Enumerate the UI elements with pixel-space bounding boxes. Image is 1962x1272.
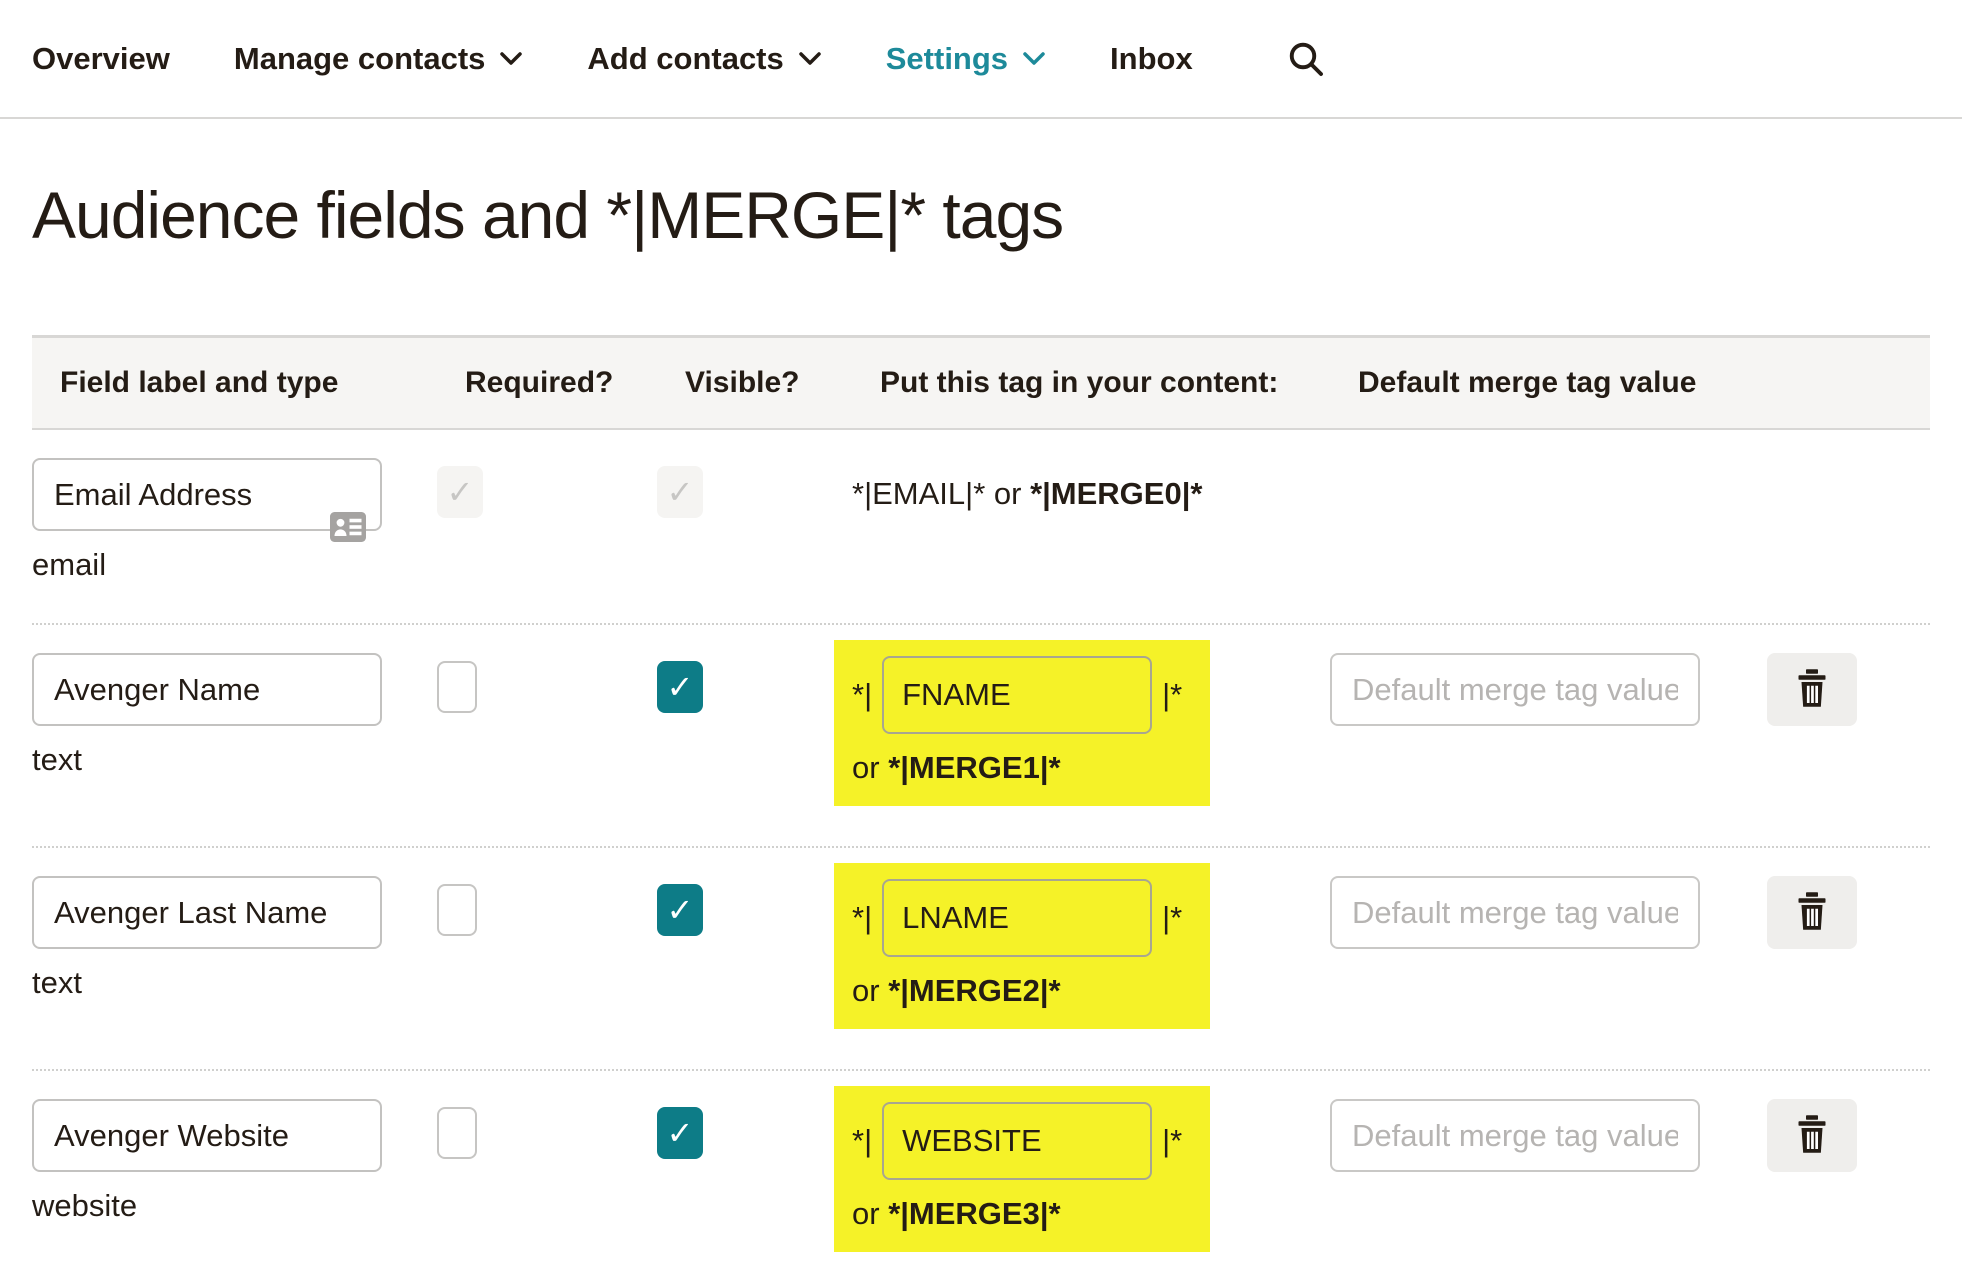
visible-checkbox[interactable]: ✓	[657, 884, 703, 936]
table-row: text ✓ *| |* or *|MERGE1|*	[32, 625, 1930, 848]
tag-open-symbol: *|	[852, 1123, 872, 1159]
required-checkbox[interactable]	[437, 1107, 477, 1159]
search-icon[interactable]	[1285, 38, 1327, 80]
trash-icon	[1794, 890, 1830, 935]
table-row: email ✓ ✓ *|EMAIL|* or *|MERGE0|*	[32, 430, 1930, 625]
visible-checkbox[interactable]: ✓	[657, 1107, 703, 1159]
nav-item-settings[interactable]: Settings	[886, 41, 1046, 77]
table-header-row: Field label and type Required? Visible? …	[32, 335, 1930, 430]
contact-card-icon	[330, 512, 366, 547]
field-type-label: text	[32, 965, 437, 1001]
tag-close-symbol: |*	[1162, 1123, 1182, 1159]
nav-item-label: Overview	[32, 41, 170, 77]
or-label: or	[852, 1196, 888, 1231]
required-checkbox: ✓	[437, 466, 483, 518]
visible-checkbox[interactable]: ✓	[657, 661, 703, 713]
merge-tag-highlight: *| |* or *|MERGE1|*	[834, 640, 1210, 806]
default-merge-value-input[interactable]	[1330, 1099, 1700, 1172]
nav-item-add-contacts[interactable]: Add contacts	[587, 41, 821, 77]
merge-tag-alt: or *|MERGE3|*	[852, 1196, 1192, 1232]
column-header-required: Required?	[465, 366, 685, 400]
field-label-input[interactable]	[32, 1099, 382, 1172]
merge-tag-bold: *|MERGE1|*	[888, 750, 1060, 785]
tag-open-symbol: *|	[852, 900, 872, 936]
merge-tag-input[interactable]	[882, 656, 1152, 734]
top-nav: Overview Manage contacts Add contacts Se…	[0, 0, 1962, 117]
nav-item-label: Settings	[886, 41, 1008, 77]
delete-field-button[interactable]	[1767, 1099, 1857, 1172]
field-type-label: website	[32, 1188, 437, 1224]
merge-tag-bold: *|MERGE2|*	[888, 973, 1060, 1008]
table-row: text ✓ *| |* or *|MERGE2|*	[32, 848, 1930, 1071]
or-label: or	[852, 973, 888, 1008]
table-row: website ✓ *| |* or *|MERGE3|*	[32, 1071, 1930, 1272]
merge-tag-bold: *|MERGE0|*	[1030, 476, 1202, 511]
trash-icon	[1794, 667, 1830, 712]
delete-field-button[interactable]	[1767, 653, 1857, 726]
nav-item-overview[interactable]: Overview	[32, 41, 170, 77]
chevron-down-icon	[798, 51, 822, 67]
field-type-label: text	[32, 742, 437, 778]
delete-field-button[interactable]	[1767, 876, 1857, 949]
chevron-down-icon	[499, 51, 523, 67]
field-label-input[interactable]	[32, 653, 382, 726]
required-checkbox[interactable]	[437, 884, 477, 936]
field-type-label: email	[32, 547, 437, 583]
required-checkbox[interactable]	[437, 661, 477, 713]
merge-tag-alt: or *|MERGE1|*	[852, 750, 1192, 786]
merge-tag-prefix: *|EMAIL|* or	[852, 476, 1030, 511]
audience-fields-table: Field label and type Required? Visible? …	[32, 335, 1930, 1272]
merge-tag-bold: *|MERGE3|*	[888, 1196, 1060, 1231]
default-merge-value-input[interactable]	[1330, 876, 1700, 949]
nav-item-label: Manage contacts	[234, 41, 486, 77]
nav-item-manage-contacts[interactable]: Manage contacts	[234, 41, 524, 77]
merge-tag-highlight: *| |* or *|MERGE3|*	[834, 1086, 1210, 1252]
nav-item-inbox[interactable]: Inbox	[1110, 41, 1193, 77]
nav-item-label: Inbox	[1110, 41, 1193, 77]
field-label-input[interactable]	[32, 876, 382, 949]
default-merge-value-input[interactable]	[1330, 653, 1700, 726]
merge-tag-alt: or *|MERGE2|*	[852, 973, 1192, 1009]
visible-checkbox: ✓	[657, 466, 703, 518]
nav-divider	[0, 117, 1962, 119]
column-header-tag: Put this tag in your content:	[880, 366, 1358, 400]
column-header-visible: Visible?	[685, 366, 880, 400]
tag-close-symbol: |*	[1162, 677, 1182, 713]
merge-tag-text: *|EMAIL|* or *|MERGE0|*	[852, 476, 1330, 512]
trash-icon	[1794, 1113, 1830, 1158]
column-header-default-value: Default merge tag value	[1358, 366, 1795, 400]
tag-close-symbol: |*	[1162, 900, 1182, 936]
chevron-down-icon	[1022, 51, 1046, 67]
column-header-field-label: Field label and type	[60, 366, 465, 400]
nav-item-label: Add contacts	[587, 41, 783, 77]
page-title: Audience fields and *|MERGE|* tags	[32, 177, 1930, 253]
tag-open-symbol: *|	[852, 677, 872, 713]
merge-tag-input[interactable]	[882, 879, 1152, 957]
or-label: or	[852, 750, 888, 785]
merge-tag-input[interactable]	[882, 1102, 1152, 1180]
merge-tag-highlight: *| |* or *|MERGE2|*	[834, 863, 1210, 1029]
